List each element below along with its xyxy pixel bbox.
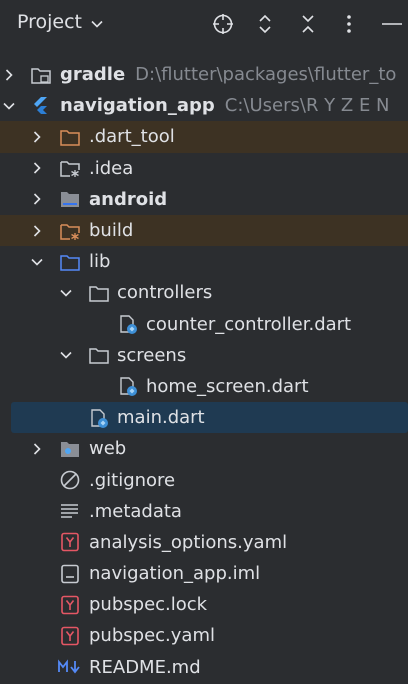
tree-item-pubspec-lock[interactable]: pubspec.lock: [0, 589, 408, 620]
tree-item-label: pubspec.yaml: [89, 625, 215, 647]
tree-item-label: web: [89, 438, 127, 460]
tree-item-main[interactable]: main.dart: [11, 402, 408, 434]
tree-item-gitignore[interactable]: .gitignore: [0, 464, 408, 495]
tree-item-label: analysis_options.yaml: [89, 531, 288, 553]
tree-item-label: .idea: [89, 157, 134, 179]
dart-file-icon: [88, 407, 110, 429]
tree-item-label: .dart_tool: [89, 126, 175, 148]
module-file-icon: [59, 563, 81, 585]
tree-item-label: lib: [89, 251, 111, 273]
yaml-file-icon: [59, 594, 81, 616]
tree-item-label: main.dart: [117, 407, 205, 429]
tree-item-android[interactable]: android: [0, 184, 408, 215]
chevron-down-icon[interactable]: [30, 255, 44, 269]
library-folder-icon: [30, 64, 52, 86]
chevron-down-icon[interactable]: [2, 99, 16, 113]
web-folder-icon: [59, 438, 81, 460]
tree-item-dart-tool[interactable]: .dart_tool: [0, 121, 408, 153]
tree-item-label: README.md: [89, 656, 201, 678]
tree-item-idea[interactable]: .idea: [0, 153, 408, 184]
tree-item-pubspec-yaml[interactable]: pubspec.yaml: [0, 620, 408, 651]
collapse-all-icon[interactable]: [296, 12, 320, 36]
tree-item-metadata[interactable]: .metadata: [0, 496, 408, 527]
panel-title: Project: [17, 11, 83, 33]
expand-collapse-icon[interactable]: [253, 12, 277, 36]
chevron-down-icon[interactable]: [59, 348, 73, 362]
project-view-selector[interactable]: Project: [17, 11, 104, 33]
tree-item-screens[interactable]: screens: [0, 340, 408, 371]
tree-item-label: navigation_app.iml: [89, 563, 261, 585]
excluded-folder-icon: [59, 220, 81, 242]
yaml-file-icon: [59, 531, 81, 553]
tree-item-label: pubspec.lock: [89, 594, 208, 616]
tree-item-lib[interactable]: lib: [0, 246, 408, 277]
markdown-file-icon: [57, 656, 83, 678]
dart-file-icon: [117, 313, 139, 335]
tree-item-label: build: [89, 220, 134, 242]
tree-item-counter-controller[interactable]: counter_controller.dart: [0, 309, 408, 340]
minimize-icon[interactable]: [380, 12, 404, 36]
tree-item-home-screen[interactable]: home_screen.dart: [0, 371, 408, 402]
folder-icon: [88, 282, 110, 304]
tree-item-navigation-iml[interactable]: navigation_app.iml: [0, 558, 408, 589]
module-folder-icon: [59, 188, 81, 210]
tree-item-label: android: [89, 188, 168, 210]
excluded-folder-icon: [59, 126, 81, 148]
tree-item-path: D:\flutter\packages\flutter_to: [135, 64, 397, 86]
more-icon[interactable]: [337, 12, 361, 36]
tree-item-web[interactable]: web: [0, 433, 408, 464]
folder-icon: [88, 344, 110, 366]
yaml-file-icon: [59, 625, 81, 647]
tree-item-label: screens: [117, 344, 187, 366]
chevron-right-icon[interactable]: [30, 192, 44, 206]
chevron-down-icon: [91, 20, 103, 28]
config-folder-icon: [59, 157, 81, 179]
tree-item-label: counter_controller.dart: [146, 313, 352, 335]
tree-item-label: home_screen.dart: [146, 375, 309, 397]
project-tree: gradle D:\flutter\packages\flutter_to nav…: [0, 59, 408, 683]
tree-item-analysis-options[interactable]: analysis_options.yaml: [0, 527, 408, 558]
tree-item-label: .metadata: [89, 500, 182, 522]
chevron-right-icon[interactable]: [30, 130, 44, 144]
chevron-right-icon[interactable]: [30, 224, 44, 238]
project-panel-header: Project: [0, 0, 408, 48]
source-folder-icon: [59, 251, 81, 273]
tree-item-label: navigation_app: [60, 95, 215, 117]
chevron-right-icon[interactable]: [2, 68, 16, 82]
tree-item-label: .gitignore: [89, 469, 176, 491]
ignore-file-icon: [59, 469, 81, 491]
tree-item-navigation-app[interactable]: navigation_app C:\Users\R Y Z E N: [0, 90, 408, 121]
tree-item-path: C:\Users\R Y Z E N: [224, 95, 390, 117]
dart-file-icon: [117, 375, 139, 397]
chevron-right-icon[interactable]: [30, 161, 44, 175]
chevron-right-icon[interactable]: [30, 442, 44, 456]
crosshair-icon[interactable]: [211, 12, 235, 36]
text-file-icon: [59, 500, 81, 522]
flutter-icon: [30, 95, 52, 117]
tree-item-build[interactable]: build: [0, 214, 408, 247]
tree-item-gradle[interactable]: gradle D:\flutter\packages\flutter_to: [0, 59, 408, 90]
tree-item-controllers[interactable]: controllers: [0, 277, 408, 308]
chevron-down-icon[interactable]: [59, 286, 73, 300]
tree-item-readme[interactable]: README.md: [0, 652, 408, 683]
tree-item-label: controllers: [117, 282, 213, 304]
tree-item-label: gradle: [60, 64, 126, 86]
